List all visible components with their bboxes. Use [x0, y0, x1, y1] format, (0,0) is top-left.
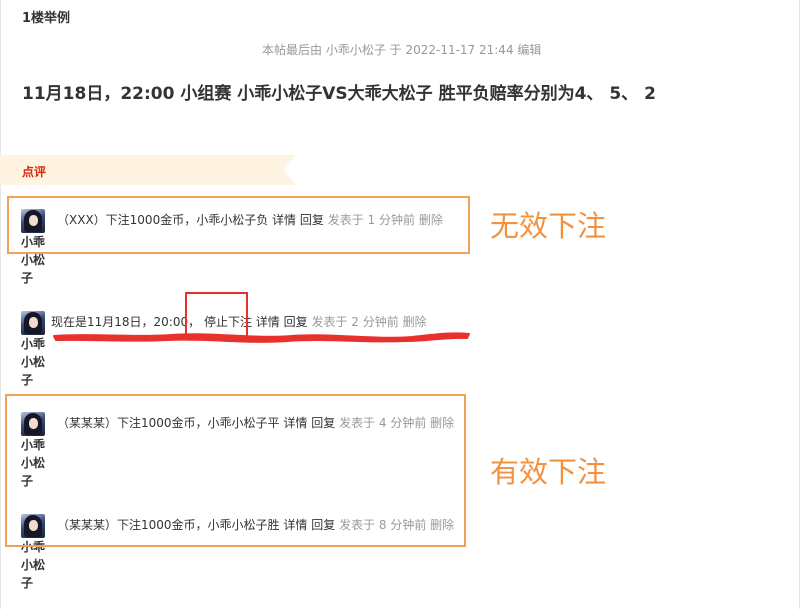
invalid-bet-label: 无效下注	[490, 209, 607, 243]
post-title: 11月18日，22:00 小组赛 小乖小松子VS大乖大松子 胜平负赔率分别为4、…	[22, 84, 656, 104]
edit-note: 本帖最后由 小乖小松子 于 2022-11-17 21:44 编辑	[262, 43, 542, 57]
right-border	[799, 0, 800, 609]
comment-text: 现在是11月18日，20:00，	[51, 315, 201, 329]
invalid-bet-box	[7, 196, 470, 254]
page: 1楼举例 本帖最后由 小乖小松子 于 2022-11-17 21:44 编辑 1…	[0, 0, 801, 609]
red-underline-scribble	[53, 332, 470, 343]
valid-bet-label: 有效下注	[490, 455, 607, 489]
comment-time: 发表于 2 分钟前	[311, 315, 399, 329]
comment-username[interactable]: 小乖 小松 子	[21, 335, 49, 389]
comment-header-label: 点评	[22, 165, 47, 179]
left-border	[0, 0, 1, 609]
reply-link[interactable]: 回复	[284, 315, 308, 329]
floor-label: 1楼举例	[22, 11, 71, 26]
delete-link[interactable]: 删除	[403, 315, 427, 329]
detail-link[interactable]: 详情	[256, 315, 280, 329]
valid-bet-box	[5, 394, 466, 547]
avatar[interactable]	[21, 311, 45, 335]
